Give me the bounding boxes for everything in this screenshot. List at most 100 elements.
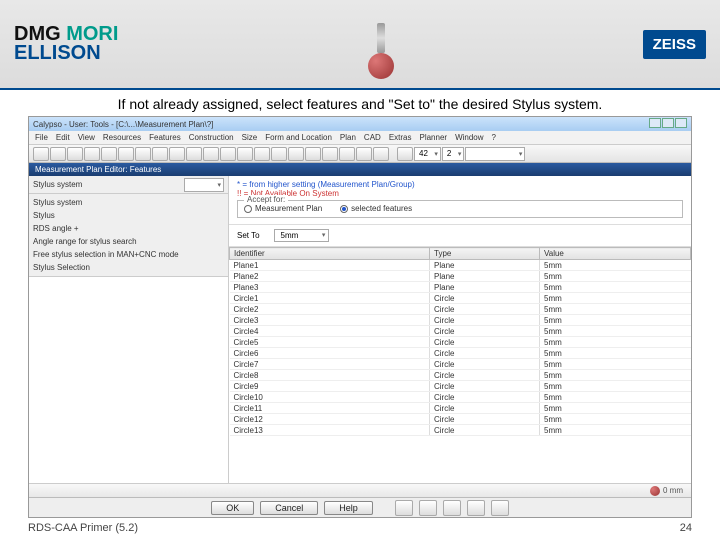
toolbar-button[interactable] bbox=[373, 147, 389, 161]
prop-stylus-system-combo[interactable] bbox=[184, 178, 224, 192]
hint-higher-setting: * = from higher setting (Measurement Pla… bbox=[237, 180, 683, 189]
dialog-buttons: OK Cancel Help bbox=[29, 497, 691, 517]
col-identifier[interactable]: Identifier bbox=[230, 248, 430, 260]
table-row[interactable]: Plane1Plane5mm bbox=[230, 260, 691, 271]
menu-edit[interactable]: Edit bbox=[56, 133, 70, 142]
toolbar-combo-1[interactable]: 42 bbox=[414, 147, 441, 161]
toolbar-button[interactable] bbox=[67, 147, 83, 161]
menu-file[interactable]: File bbox=[35, 133, 48, 142]
set-to-combo[interactable]: 5mm bbox=[274, 229, 330, 242]
table-row[interactable]: Plane3Plane5mm bbox=[230, 282, 691, 293]
table-row[interactable]: Circle4Circle5mm bbox=[230, 326, 691, 337]
menu-formloc[interactable]: Form and Location bbox=[265, 133, 332, 142]
toolbar-combo-3[interactable] bbox=[465, 147, 525, 161]
footer-page: 24 bbox=[680, 522, 692, 534]
footer-left: RDS-CAA Primer (5.2) bbox=[28, 522, 138, 534]
prop-row[interactable]: Stylus bbox=[33, 211, 224, 220]
ok-button[interactable]: OK bbox=[211, 501, 254, 515]
set-to-label: Set To bbox=[237, 231, 260, 240]
menu-plan[interactable]: Plan bbox=[340, 133, 356, 142]
hints-box: * = from higher setting (Measurement Pla… bbox=[229, 176, 691, 225]
menubar[interactable]: File Edit View Resources Features Constr… bbox=[29, 131, 691, 145]
status-bar: 0 mm bbox=[29, 483, 691, 497]
toolbar-button[interactable] bbox=[356, 147, 372, 161]
cancel-button[interactable]: Cancel bbox=[260, 501, 318, 515]
prop-row[interactable]: Stylus Selection bbox=[33, 263, 224, 272]
menu-window[interactable]: Window bbox=[455, 133, 483, 142]
window-title: Calypso - User: Tools - [C:\...\Measurem… bbox=[33, 120, 213, 129]
dialog-tool-button[interactable] bbox=[467, 500, 485, 516]
table-row[interactable]: Circle13Circle5mm bbox=[230, 425, 691, 436]
toolbar-button[interactable] bbox=[50, 147, 66, 161]
menu-extras[interactable]: Extras bbox=[389, 133, 412, 142]
table-row[interactable]: Circle7Circle5mm bbox=[230, 359, 691, 370]
window-controls[interactable] bbox=[648, 118, 687, 130]
prop-row[interactable]: RDS angle + bbox=[33, 224, 224, 233]
status-distance: 0 mm bbox=[663, 486, 683, 495]
toolbar-button[interactable] bbox=[254, 147, 270, 161]
toolbar-button[interactable] bbox=[33, 147, 49, 161]
table-row[interactable]: Circle3Circle5mm bbox=[230, 315, 691, 326]
slide-caption: If not already assigned, select features… bbox=[0, 90, 720, 116]
menu-help[interactable]: ? bbox=[492, 133, 496, 142]
radio-measurement-plan[interactable]: Measurement Plan bbox=[244, 204, 322, 213]
menu-features[interactable]: Features bbox=[149, 133, 181, 142]
hint-not-available: !! = Not Available On System bbox=[237, 189, 683, 198]
menu-view[interactable]: View bbox=[78, 133, 95, 142]
prop-row[interactable]: Free stylus selection in MAN+CNC mode bbox=[33, 250, 224, 259]
dialog-tool-button[interactable] bbox=[395, 500, 413, 516]
brand-zeiss: ZEISS bbox=[643, 30, 706, 59]
dialog-tool-button[interactable] bbox=[491, 500, 509, 516]
table-row[interactable]: Circle9Circle5mm bbox=[230, 381, 691, 392]
table-row[interactable]: Circle8Circle5mm bbox=[230, 370, 691, 381]
menu-construction[interactable]: Construction bbox=[189, 133, 234, 142]
toolbar-button[interactable] bbox=[339, 147, 355, 161]
probe-status-icon bbox=[650, 486, 660, 496]
toolbar-button[interactable] bbox=[203, 147, 219, 161]
menu-resources[interactable]: Resources bbox=[103, 133, 141, 142]
help-button[interactable]: Help bbox=[324, 501, 373, 515]
toolbar: 42 2 bbox=[29, 145, 691, 163]
radio-selected-features[interactable]: selected features bbox=[340, 204, 412, 213]
menu-cad[interactable]: CAD bbox=[364, 133, 381, 142]
col-type[interactable]: Type bbox=[430, 248, 540, 260]
properties-panel: Stylus system Stylus system Stylus RDS a… bbox=[29, 176, 229, 483]
table-row[interactable]: Circle2Circle5mm bbox=[230, 304, 691, 315]
toolbar-button[interactable] bbox=[169, 147, 185, 161]
prop-row[interactable]: Stylus system bbox=[33, 198, 224, 207]
toolbar-button[interactable] bbox=[186, 147, 202, 161]
col-value[interactable]: Value bbox=[540, 248, 691, 260]
probe-icon bbox=[356, 9, 406, 79]
accept-for-legend: Accept for: bbox=[244, 195, 288, 204]
toolbar-button[interactable] bbox=[101, 147, 117, 161]
toolbar-button[interactable] bbox=[271, 147, 287, 161]
toolbar-combo-2[interactable]: 2 bbox=[442, 147, 464, 161]
features-grid[interactable]: Identifier Type Value Plane1Plane5mmPlan… bbox=[229, 247, 691, 483]
table-row[interactable]: Circle12Circle5mm bbox=[230, 414, 691, 425]
toolbar-button[interactable] bbox=[397, 147, 413, 161]
toolbar-button[interactable] bbox=[322, 147, 338, 161]
toolbar-button[interactable] bbox=[135, 147, 151, 161]
table-row[interactable]: Circle10Circle5mm bbox=[230, 392, 691, 403]
toolbar-button[interactable] bbox=[118, 147, 134, 161]
table-row[interactable]: Circle5Circle5mm bbox=[230, 337, 691, 348]
dialog-tool-button[interactable] bbox=[419, 500, 437, 516]
prop-row[interactable]: Angle range for stylus search bbox=[33, 237, 224, 246]
menu-size[interactable]: Size bbox=[242, 133, 258, 142]
toolbar-button[interactable] bbox=[237, 147, 253, 161]
titlebar: Calypso - User: Tools - [C:\...\Measurem… bbox=[29, 117, 691, 131]
toolbar-button[interactable] bbox=[305, 147, 321, 161]
table-row[interactable]: Plane2Plane5mm bbox=[230, 271, 691, 282]
table-row[interactable]: Circle6Circle5mm bbox=[230, 348, 691, 359]
brand-dmg-mori-ellison: DMG MORI ELLISON bbox=[14, 25, 118, 63]
toolbar-button[interactable] bbox=[288, 147, 304, 161]
dialog-tool-button[interactable] bbox=[443, 500, 461, 516]
toolbar-button[interactable] bbox=[84, 147, 100, 161]
table-row[interactable]: Circle11Circle5mm bbox=[230, 403, 691, 414]
toolbar-button[interactable] bbox=[152, 147, 168, 161]
table-row[interactable]: Circle1Circle5mm bbox=[230, 293, 691, 304]
panel-header: Measurement Plan Editor: Features bbox=[29, 163, 691, 176]
app-window: Calypso - User: Tools - [C:\...\Measurem… bbox=[28, 116, 692, 518]
toolbar-button[interactable] bbox=[220, 147, 236, 161]
menu-planner[interactable]: Planner bbox=[419, 133, 447, 142]
